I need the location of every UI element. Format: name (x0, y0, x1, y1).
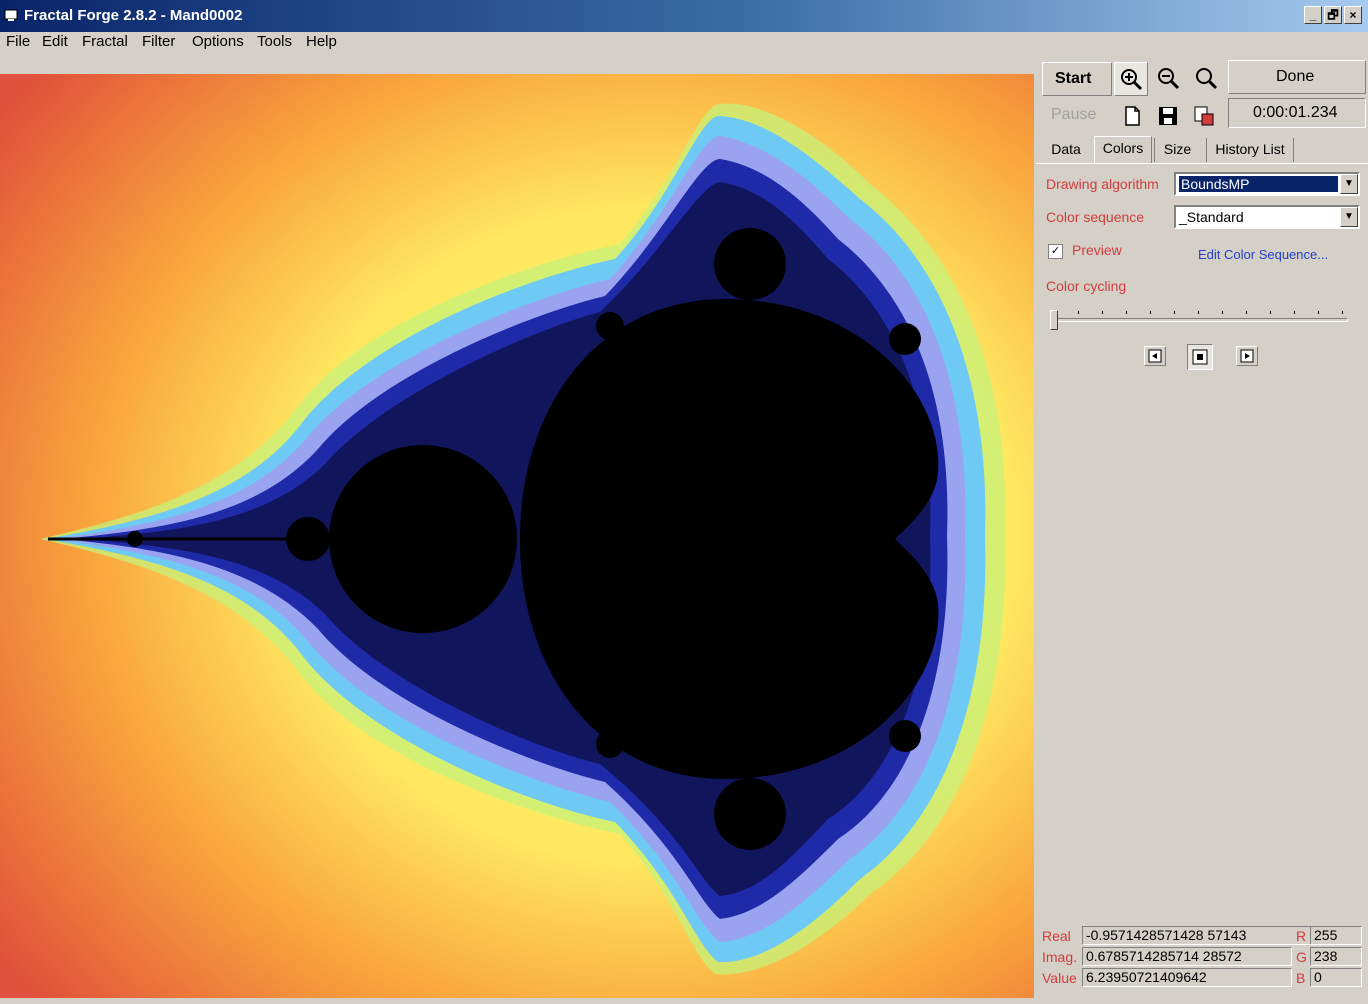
color-sequence-select[interactable]: _Standard ▼ (1174, 205, 1360, 229)
start-label: Start (1055, 70, 1092, 87)
window-title: Fractal Forge 2.8.2 - Mand0002 (24, 7, 243, 24)
r-value: 255 (1310, 926, 1362, 945)
zoom-in-icon (1121, 69, 1143, 91)
control-panel: Start Done Pause 0:00:01.234 Data Colors… (1036, 56, 1368, 1000)
minimize-button[interactable]: _ (1304, 6, 1322, 24)
tab-data[interactable]: Data (1040, 138, 1092, 162)
tab-bar: Data Colors Size History List (1036, 136, 1368, 164)
menu-file[interactable]: File (6, 33, 30, 50)
drawing-algorithm-select[interactable]: BoundsMP ▼ (1174, 172, 1360, 196)
color-sequence-value: _Standard (1179, 209, 1244, 225)
menu-fractal[interactable]: Fractal (82, 33, 128, 50)
new-icon[interactable] (1120, 104, 1144, 128)
menu-bar: File Edit Fractal Filter Options Tools H… (0, 32, 1368, 54)
done-label: Done (1276, 68, 1315, 85)
copy-icon[interactable] (1192, 104, 1216, 128)
restore-button[interactable]: 🗗 (1324, 6, 1342, 24)
drawing-algorithm-value: BoundsMP (1179, 176, 1338, 192)
zoom-out-icon[interactable] (1156, 66, 1180, 90)
cycle-left-button[interactable] (1144, 346, 1166, 366)
done-button[interactable]: Done (1228, 60, 1366, 94)
app-icon (4, 9, 18, 21)
start-button[interactable]: Start (1042, 62, 1112, 96)
b-label: B (1296, 970, 1306, 986)
zoom-in-button[interactable] (1114, 62, 1148, 96)
timer-display: 0:00:01.234 (1228, 98, 1366, 128)
r-label: R (1296, 928, 1307, 944)
drawing-algorithm-label: Drawing algorithm (1046, 176, 1159, 192)
timer-value: 0:00:01.234 (1253, 104, 1338, 121)
b-value: 0 (1310, 968, 1362, 987)
fractal-canvas[interactable] (0, 74, 1034, 998)
imag-label: Imag. (1042, 949, 1078, 965)
menu-options[interactable]: Options (192, 33, 244, 50)
tab-size[interactable]: Size (1154, 138, 1200, 162)
chevron-down-icon[interactable]: ▼ (1340, 207, 1358, 227)
g-value: 238 (1310, 947, 1362, 966)
stop-icon (1192, 349, 1208, 365)
color-cycling-label: Color cycling (1046, 278, 1127, 294)
color-sequence-label: Color sequence (1046, 209, 1145, 225)
status-panel: Real -0.9571428571428 57143 R 255 Imag. … (1038, 924, 1368, 994)
title-bar: Fractal Forge 2.8.2 - Mand0002 _ 🗗 × (0, 0, 1368, 32)
preview-label: Preview (1072, 242, 1122, 258)
zoom-icon[interactable] (1194, 66, 1218, 90)
menu-edit[interactable]: Edit (42, 33, 68, 50)
save-icon[interactable] (1156, 104, 1180, 128)
g-label: G (1296, 949, 1307, 965)
cycle-stop-button[interactable] (1187, 344, 1213, 370)
close-button[interactable]: × (1344, 6, 1362, 24)
cycle-right-button[interactable] (1236, 346, 1258, 366)
chevron-down-icon[interactable]: ▼ (1340, 174, 1358, 194)
cycle-left-icon (1148, 349, 1162, 363)
pause-button[interactable]: Pause (1051, 106, 1096, 124)
menu-tools[interactable]: Tools (257, 33, 292, 50)
cycle-right-icon (1240, 349, 1254, 363)
value-value: 6.23950721409642 (1082, 968, 1292, 987)
edit-color-sequence-link[interactable]: Edit Color Sequence... (1198, 247, 1328, 262)
color-cycling-slider-thumb[interactable] (1050, 310, 1058, 330)
menu-help[interactable]: Help (306, 33, 337, 50)
value-label: Value (1042, 970, 1077, 986)
color-cycling-slider-track[interactable] (1052, 318, 1348, 322)
tab-divider (1036, 163, 1368, 164)
tab-colors[interactable]: Colors (1094, 136, 1152, 164)
imag-value: 0.6785714285714 28572 (1082, 947, 1292, 966)
preview-checkbox[interactable]: ✓ (1048, 244, 1063, 259)
real-label: Real (1042, 928, 1071, 944)
tab-history-list[interactable]: History List (1206, 138, 1294, 162)
color-cycling-ticks (1050, 306, 1348, 316)
menu-filter[interactable]: Filter (142, 33, 175, 50)
real-value: -0.9571428571428 57143 (1082, 926, 1328, 945)
